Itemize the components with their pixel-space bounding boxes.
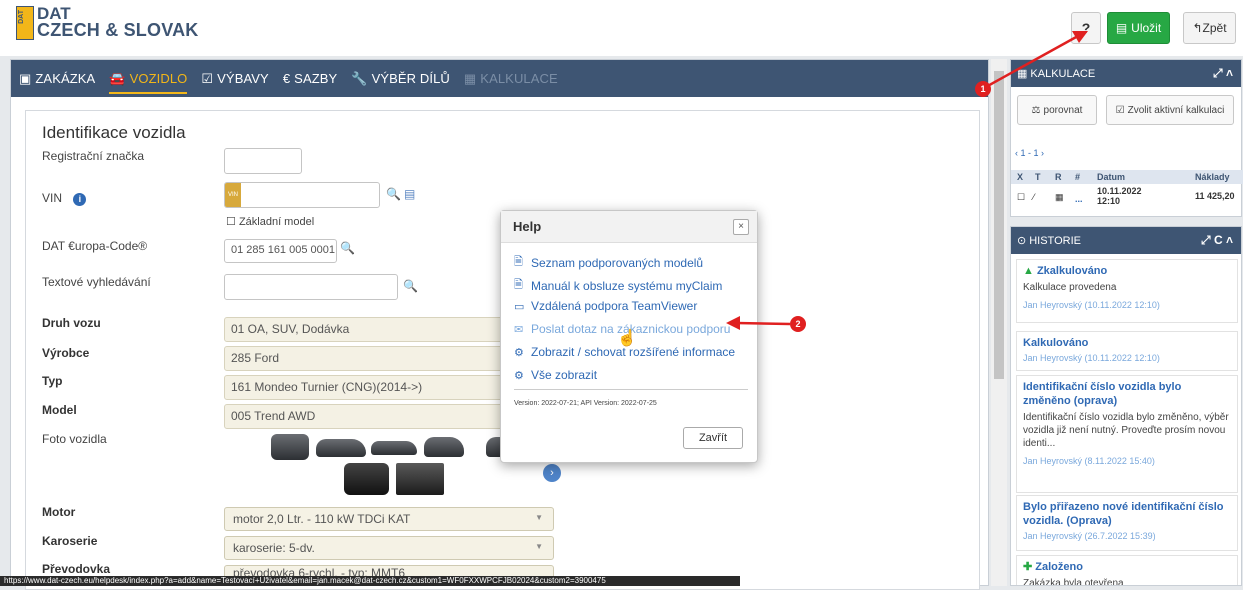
- annotation-arrow-2: [735, 321, 791, 326]
- annotation-arrowhead-2: [726, 316, 740, 330]
- annotation-arrow-1: [983, 34, 1079, 90]
- annotation-badge-2: 2: [790, 316, 806, 332]
- annotation-badge-1: 1: [975, 81, 991, 97]
- annotation-layer: [726, 31, 1088, 330]
